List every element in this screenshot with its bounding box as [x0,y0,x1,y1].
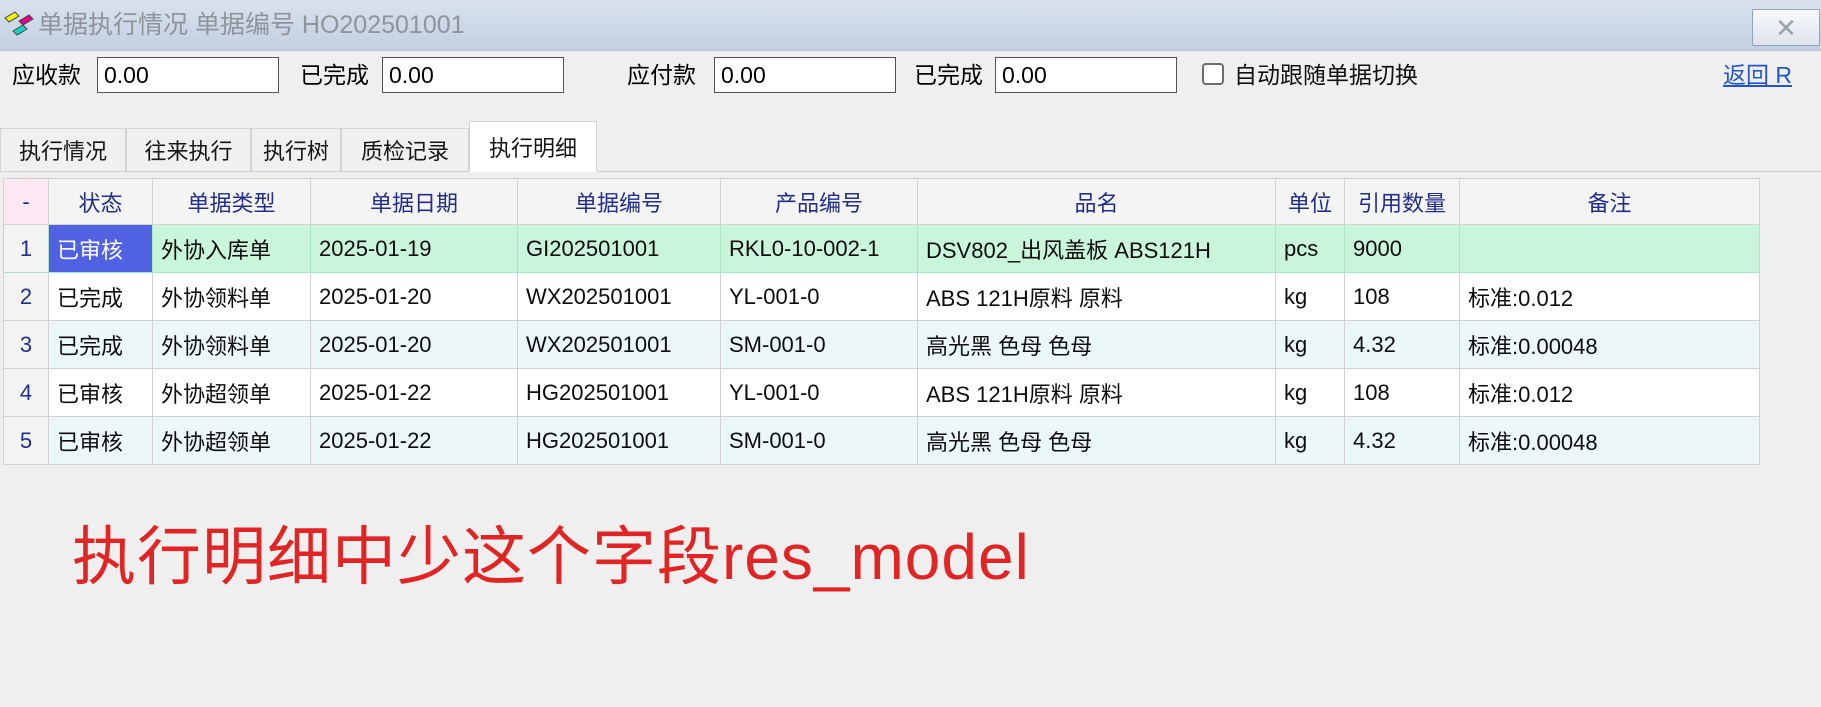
col-header-status[interactable]: 状态 [49,179,153,225]
cell-status[interactable]: 已完成 [49,321,153,369]
cell-product-name[interactable]: 高光黑 色母 色母 [918,417,1276,465]
cell-doc-type[interactable]: 外协领料单 [153,273,311,321]
tabstrip: 执行情况 往来执行 执行树 质检记录 执行明细 [0,120,1821,172]
cell-doc-date[interactable]: 2025-01-22 [311,369,518,417]
col-header-rownum[interactable]: - [4,179,49,225]
window-title: 单据执行情况 单据编号 HO202501001 [38,0,465,50]
cell-row-number[interactable]: 3 [4,321,49,369]
cell-status[interactable]: 已审核 [49,417,153,465]
col-header-unit[interactable]: 单位 [1276,179,1345,225]
cell-doc-date[interactable]: 2025-01-22 [311,417,518,465]
cell-unit[interactable]: kg [1276,369,1345,417]
cell-doc-no[interactable]: HG202501001 [518,369,721,417]
cell-row-number[interactable]: 4 [4,369,49,417]
payables-label: 应付款 [627,55,696,95]
receivables-completed-label: 已完成 [300,55,369,95]
auto-follow-checkbox[interactable] [1202,63,1224,85]
annotation-text: 执行明细中少这个字段res_model [72,506,1030,598]
titlebar[interactable]: 单据执行情况 单据编号 HO202501001 ✕ [0,0,1821,51]
cell-product-name[interactable]: ABS 121H原料 原料 [918,369,1276,417]
col-header-doc-no[interactable]: 单据编号 [518,179,721,225]
tab-qc-records[interactable]: 质检记录 [341,128,469,171]
header-row: - 状态 单据类型 单据日期 单据编号 产品编号 品名 单位 引用数量 备注 [4,179,1760,225]
cell-unit[interactable]: kg [1276,417,1345,465]
cell-status[interactable]: 已完成 [49,273,153,321]
cell-product-name[interactable]: ABS 121H原料 原料 [918,273,1276,321]
back-link[interactable]: 返回 R [1723,55,1792,95]
cell-row-number[interactable]: 2 [4,273,49,321]
cell-row-number[interactable]: 5 [4,417,49,465]
table-row: 3 已完成 外协领料单 2025-01-20 WX202501001 SM-00… [4,321,1760,369]
cell-product-name[interactable]: DSV802_出风盖板 ABS121H [918,225,1276,273]
cell-product-no[interactable]: SM-001-0 [721,321,918,369]
table-row: 4 已审核 外协超领单 2025-01-22 HG202501001 YL-00… [4,369,1760,417]
payables-completed-input[interactable] [995,57,1177,93]
cell-remark[interactable]: 标准:0.00048 [1460,321,1760,369]
cell-doc-no[interactable]: GI202501001 [518,225,721,273]
cell-remark[interactable]: 标准:0.012 [1460,369,1760,417]
cell-doc-no[interactable]: WX202501001 [518,321,721,369]
cell-product-no[interactable]: RKL0-10-002-1 [721,225,918,273]
cell-doc-type[interactable]: 外协领料单 [153,321,311,369]
cell-unit[interactable]: kg [1276,321,1345,369]
cell-doc-no[interactable]: WX202501001 [518,273,721,321]
tab-execution-tree[interactable]: 执行树 [251,128,341,171]
app-icon [4,10,34,40]
col-header-doc-type[interactable]: 单据类型 [153,179,311,225]
auto-follow-label: 自动跟随单据切换 [1234,55,1418,95]
close-button[interactable]: ✕ [1752,9,1820,46]
cell-doc-date[interactable]: 2025-01-19 [311,225,518,273]
cell-qty[interactable]: 108 [1345,273,1460,321]
close-icon: ✕ [1775,15,1797,41]
cell-remark[interactable]: 标准:0.012 [1460,273,1760,321]
table-row: 5 已审核 外协超领单 2025-01-22 HG202501001 SM-00… [4,417,1760,465]
tab-transaction-execution[interactable]: 往来执行 [126,128,251,171]
receivables-completed-input[interactable] [382,57,564,93]
tab-execution-detail[interactable]: 执行明细 [469,121,597,172]
cell-doc-date[interactable]: 2025-01-20 [311,321,518,369]
cell-qty[interactable]: 4.32 [1345,321,1460,369]
tab-execution-status[interactable]: 执行情况 [0,128,126,171]
cell-product-no[interactable]: YL-001-0 [721,273,918,321]
cell-row-number[interactable]: 1 [4,225,49,273]
payables-input[interactable] [714,57,896,93]
col-header-qty[interactable]: 引用数量 [1345,179,1460,225]
table-row: 2 已完成 外协领料单 2025-01-20 WX202501001 YL-00… [4,273,1760,321]
execution-detail-grid: - 状态 单据类型 单据日期 单据编号 产品编号 品名 单位 引用数量 备注 1… [3,178,1760,465]
col-header-product-no[interactable]: 产品编号 [721,179,918,225]
payables-completed-label: 已完成 [914,55,983,95]
col-header-remark[interactable]: 备注 [1460,179,1760,225]
cell-remark[interactable]: 标准:0.00048 [1460,417,1760,465]
col-header-product-name[interactable]: 品名 [918,179,1276,225]
receivables-input[interactable] [97,57,279,93]
cell-doc-type[interactable]: 外协超领单 [153,369,311,417]
receivables-label: 应收款 [12,55,81,95]
cell-product-no[interactable]: SM-001-0 [721,417,918,465]
cell-qty[interactable]: 108 [1345,369,1460,417]
cell-doc-no[interactable]: HG202501001 [518,417,721,465]
cell-qty[interactable]: 4.32 [1345,417,1460,465]
cell-status[interactable]: 已审核 [49,225,153,273]
col-header-doc-date[interactable]: 单据日期 [311,179,518,225]
cell-doc-type[interactable]: 外协超领单 [153,417,311,465]
cell-product-name[interactable]: 高光黑 色母 色母 [918,321,1276,369]
cell-doc-type[interactable]: 外协入库单 [153,225,311,273]
cell-qty[interactable]: 9000 [1345,225,1460,273]
cell-remark[interactable] [1460,225,1760,273]
cell-unit[interactable]: pcs [1276,225,1345,273]
cell-status[interactable]: 已审核 [49,369,153,417]
table-row: 1 已审核 外协入库单 2025-01-19 GI202501001 RKL0-… [4,225,1760,273]
cell-unit[interactable]: kg [1276,273,1345,321]
cell-doc-date[interactable]: 2025-01-20 [311,273,518,321]
cell-product-no[interactable]: YL-001-0 [721,369,918,417]
